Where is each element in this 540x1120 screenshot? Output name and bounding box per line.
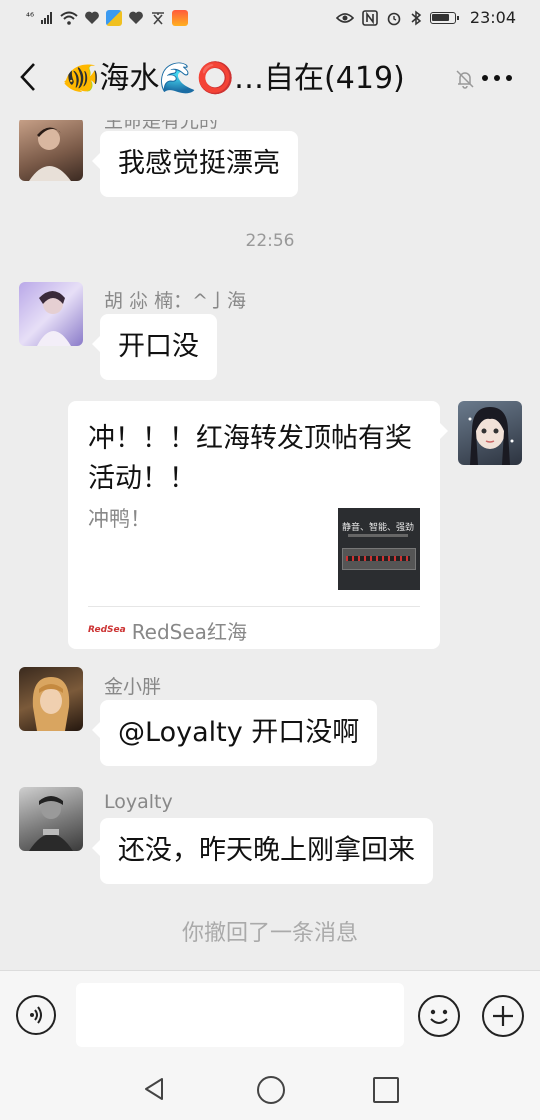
self-avatar[interactable]	[458, 401, 522, 465]
emoji-icon	[430, 1009, 448, 1024]
nav-back-icon	[145, 1078, 163, 1100]
more-functions-button[interactable]	[482, 995, 524, 1037]
signal-icon: ⁴⁶	[26, 12, 35, 23]
battery-icon	[429, 12, 459, 24]
redsea-logo-icon: RedSea	[88, 625, 126, 635]
signal-bars-icon	[41, 12, 53, 24]
avatar[interactable]	[19, 120, 83, 181]
link-card-source: RedSea RedSea红海	[88, 615, 247, 645]
eye-icon	[335, 13, 354, 23]
timestamp: 22:56	[245, 231, 295, 251]
chevron-left-icon	[20, 63, 35, 91]
divider	[88, 606, 420, 607]
voice-button[interactable]	[16, 995, 56, 1035]
message-bubble[interactable]: 我感觉挺漂亮	[92, 131, 298, 197]
message-bubble[interactable]: @Loyalty 开口没啊	[91, 700, 378, 766]
system-nav-bar	[0, 1060, 540, 1120]
nav-recent-button[interactable]	[373, 1077, 399, 1103]
recall-notice: 你撤回了一条消息	[181, 921, 358, 946]
sender-name: Loyalty	[104, 791, 173, 813]
nav-back-button[interactable]	[142, 1076, 168, 1102]
translate-icon	[152, 12, 165, 25]
status-left-icons: ⁴⁶	[26, 9, 189, 27]
sender-name: 金小胖	[104, 676, 162, 698]
link-card-thumbnail: 静音、智能、强劲	[338, 508, 420, 590]
heart-app-icon-2	[129, 11, 143, 24]
chat-title: 🐠海水🌊⭕…自在(419)	[62, 61, 405, 96]
message-input[interactable]	[76, 983, 404, 1047]
nav-home-button[interactable]	[257, 1076, 285, 1104]
plus-icon	[493, 1006, 513, 1026]
orange-app-icon	[172, 10, 189, 26]
voice-icon	[30, 1006, 42, 1024]
chat-header: 🐠海水🌊⭕…自在(419)	[0, 40, 540, 120]
status-time: 23:04	[469, 8, 516, 27]
wifi-icon	[60, 11, 78, 25]
more-button[interactable]	[480, 62, 514, 94]
thumbnail-caption: 静音、智能、强劲	[342, 523, 415, 533]
back-button[interactable]	[18, 60, 48, 100]
alarm-icon	[387, 12, 401, 26]
avatar[interactable]	[19, 787, 83, 851]
more-dots-icon	[482, 75, 512, 81]
status-bar: ⁴⁶ 23:04	[0, 0, 540, 40]
sender-name: 胡 尛 楠：^亅海	[104, 290, 246, 312]
heart-app-icon	[85, 11, 99, 24]
avatar[interactable]	[19, 282, 83, 346]
input-bar	[0, 970, 540, 1061]
link-card-source-name: RedSea红海	[131, 619, 247, 644]
bell-slash-icon	[454, 68, 476, 90]
message-bubble[interactable]: 还没，昨天晚上刚拿回来	[92, 818, 433, 884]
status-right-icons: 23:04	[335, 8, 516, 27]
link-card-title: 冲！！！红海转发顶帖有奖活动！！	[88, 423, 412, 494]
link-card[interactable]: 冲！！！红海转发顶帖有奖活动！！ 冲鸭！ 静音、智能、强劲 RedSea Red…	[68, 401, 448, 649]
nfc-icon	[362, 10, 378, 26]
avatar[interactable]	[19, 667, 83, 731]
bluetooth-icon	[411, 10, 422, 26]
emoji-button[interactable]	[418, 995, 460, 1037]
message-bubble[interactable]: 开口没	[92, 314, 217, 380]
colorful-app-icon	[106, 10, 123, 26]
message-list: 生命是有光的 我感觉挺漂亮 22:56 胡 尛 楠：^亅海 开口没 冲！！！红海…	[0, 120, 540, 970]
link-card-description: 冲鸭！	[88, 507, 151, 531]
